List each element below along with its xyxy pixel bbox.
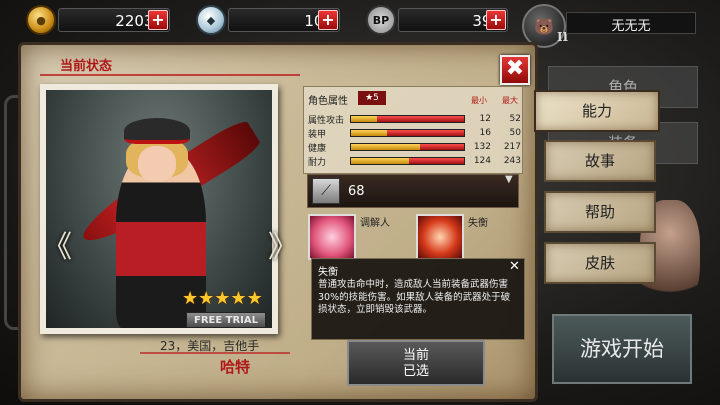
stat-bar-fill-max [408, 158, 464, 164]
stat-max-value: 217 [503, 142, 521, 152]
star-rating: ★ ★ ★ ★ ★ [182, 288, 263, 309]
next-character-arrow[interactable]: 》 [268, 222, 298, 266]
selected-label: 已选 [402, 364, 429, 379]
bat-icon: ⟋ [312, 178, 340, 204]
min-label: 最小 [471, 96, 487, 105]
tab-ability[interactable]: 能力 [534, 90, 660, 132]
skill-name-mediator: 调解人 [360, 218, 390, 229]
skill-icon-mediator[interactable] [308, 214, 356, 260]
tooltip-close-icon[interactable]: ✕ [509, 259, 520, 274]
add-bp-button[interactable]: + [486, 10, 506, 30]
coin-icon: ● [26, 5, 56, 35]
tab-story[interactable]: 故事 [544, 140, 656, 182]
stat-min-value: 12 [479, 114, 491, 124]
stat-bar-fill-min [351, 116, 377, 122]
tab-help[interactable]: 帮助 [544, 191, 656, 233]
current-label: 当前 [402, 348, 429, 363]
stat-row: 健康 132 217 [308, 141, 529, 154]
bp-counter: BP 392 + [366, 5, 508, 35]
rank-badge: ★5 [358, 91, 386, 105]
stat-max-value: 243 [503, 156, 521, 166]
skill-name-imbalance: 失衡 [468, 218, 488, 229]
stat-bar-fill-max [419, 144, 464, 150]
stat-min-value: 16 [479, 128, 491, 138]
stat-bar [350, 143, 465, 151]
star-icon: ★ [246, 288, 263, 309]
dropdown-arrow-icon[interactable]: ▼ [505, 174, 513, 185]
stat-min-value: 132 [473, 142, 491, 152]
stat-max-value: 52 [509, 114, 521, 124]
star-icon: ★ [230, 288, 247, 309]
star-icon: ★ [182, 288, 199, 309]
gem-icon: ◆ [196, 5, 226, 35]
add-gems-button[interactable]: + [318, 10, 338, 30]
tooltip-text: 普通攻击命中时，造成敌人当前装备武器伤害30%的技能伤害。如果敌人装备的武器处于… [318, 279, 511, 315]
title-underline [40, 74, 300, 76]
star-icon: ★ [198, 288, 215, 309]
current-selected-button[interactable]: 当前 已选 [347, 340, 485, 386]
stat-label: 健康 [308, 143, 327, 154]
panel-title: 当前状态 [60, 59, 113, 74]
max-label: 最大 [502, 96, 518, 105]
stat-bar-fill-min [351, 130, 388, 136]
stat-bar-fill-min [351, 144, 420, 150]
stat-row: 属性攻击 12 52 [308, 113, 529, 126]
star-icon: ★ [214, 288, 231, 309]
stats-header: 角色属性 [308, 96, 348, 107]
stat-bar-fill-max [376, 116, 464, 122]
start-game-button[interactable]: 游戏开始 [552, 314, 692, 384]
free-trial-badge: FREE TRIAL [186, 312, 266, 328]
stat-bar [350, 129, 465, 137]
add-coins-button[interactable]: + [148, 10, 168, 30]
character-caption: 23，美国，吉他手 [160, 339, 260, 353]
prev-character-arrow[interactable]: 《 [42, 222, 72, 266]
stat-label: 属性攻击 [308, 115, 345, 126]
stat-max-value: 50 [509, 128, 521, 138]
gems-counter: ◆ 100 + [196, 5, 340, 35]
character-name: 哈特 [220, 358, 251, 376]
stat-bar [350, 115, 465, 123]
tab-skin[interactable]: 皮肤 [544, 242, 656, 284]
close-button[interactable]: ✖ [500, 55, 530, 85]
stat-row: 装甲 16 50 [308, 127, 529, 140]
stat-label: 耐力 [308, 157, 327, 168]
stat-label: 装甲 [308, 129, 327, 140]
skill-icon-imbalance[interactable] [416, 214, 464, 260]
stat-row: 耐力 124 243 [308, 155, 529, 168]
player-name[interactable]: 无无无 [566, 12, 696, 34]
bp-icon: BP [366, 5, 396, 35]
stat-min-value: 124 [473, 156, 491, 166]
stat-bar-fill-max [387, 130, 464, 136]
tooltip-title: 失衡 [318, 267, 338, 278]
stat-bar [350, 157, 465, 165]
character-face [138, 146, 176, 182]
coins-counter: ● 22038 + [26, 5, 170, 35]
character-hat [124, 118, 190, 144]
weapon-value: 68 [348, 184, 365, 199]
stat-bar-fill-min [351, 158, 409, 164]
